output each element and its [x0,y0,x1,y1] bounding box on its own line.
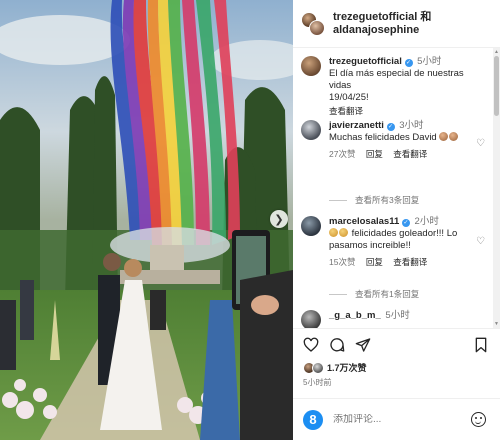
verified-icon: ✓ [404,59,413,67]
clap-emoji-icon [339,228,348,237]
clap-emoji-icon [439,132,449,141]
caption-text-line1: El día más especial de nuestras vidas [329,68,464,91]
author-name-1[interactable]: trezeguetofficial 和 [333,11,431,24]
post-header: trezeguetofficial 和 aldanajosephine [293,0,500,48]
comment-text: Muchas felicidades David [329,132,437,143]
scrollbar-thumb[interactable] [494,56,499,116]
heart-icon[interactable]: ♡ [476,138,485,149]
avatar[interactable] [301,56,321,76]
author-avatar[interactable] [301,11,325,36]
author-name-2[interactable]: aldanajosephine [333,24,431,37]
post-actions: 1.7万次赞 5小时前 [293,328,500,398]
comment-input[interactable] [333,414,453,425]
comment-text-line2: pasamos increible!! [329,240,411,251]
avatar[interactable] [301,216,321,236]
comment-time[interactable]: 5小时 [385,310,409,321]
caption-text-line2: 19/04/25! [329,92,369,103]
comment-time[interactable]: 5小时 [417,56,441,67]
translate-link[interactable]: 查看翻译 [393,149,427,159]
reply-link[interactable]: 回复 [366,257,383,267]
view-replies-text[interactable]: 查看所有1条回复 [355,288,419,300]
verified-icon: ✓ [401,219,410,227]
comment-text-line1: felicidades goleador!!! Lo [351,228,458,239]
liker-avatar [312,361,324,374]
scroll-up-icon[interactable]: ▲ [494,49,499,55]
reply-link[interactable]: 回复 [366,149,383,159]
current-user-avatar: 8 [303,409,323,430]
comment-likes[interactable]: 15次赞 [329,257,355,267]
wedding-scene [0,0,293,440]
translate-link[interactable]: 查看翻译 [329,106,363,116]
comment-username[interactable]: _g_a_b_m_ [329,310,381,321]
comment-username[interactable]: marcelosalas11 [329,216,399,227]
author-names[interactable]: trezeguetofficial 和 aldanajosephine [333,11,431,37]
chevron-right-icon: ❯ [274,213,284,226]
add-comment-bar: 8 [293,398,500,440]
view-replies-button[interactable]: 查看所有1条回复 [329,288,419,300]
comments-list: trezeguetofficial ✓ 5小时 El día más espec… [293,48,493,328]
view-replies-button[interactable]: 查看所有3条回复 [329,194,419,206]
share-icon[interactable] [355,337,371,353]
view-replies-text[interactable]: 查看所有3条回复 [355,194,419,206]
comment-icon[interactable] [329,337,345,353]
post-time[interactable]: 5小时前 [303,377,331,388]
comment-time[interactable]: 2小时 [415,216,439,227]
translate-link[interactable]: 查看翻译 [393,257,427,267]
emoji-icon[interactable] [471,412,486,427]
bookmark-icon[interactable] [473,337,489,353]
avatar[interactable] [301,310,321,328]
divider [329,199,347,201]
comment-likes[interactable]: 27次赞 [329,149,355,159]
likes-summary[interactable]: 1.7万次赞 [303,361,367,374]
clap-emoji-icon [449,132,459,141]
heart-icon[interactable] [303,337,319,353]
next-photo-button[interactable]: ❯ [270,210,288,228]
verified-icon: ✓ [386,123,395,131]
comment-time[interactable]: 3小时 [399,120,423,131]
avatar[interactable] [301,120,321,140]
comment-username[interactable]: javierzanetti [329,120,384,131]
clap-emoji-icon [329,228,338,237]
post-side-panel: trezeguetofficial 和 aldanajosephine trez… [293,0,500,440]
comment-username[interactable]: trezeguetofficial [329,56,402,67]
post-photo[interactable]: ❯ [0,0,293,440]
scroll-down-icon[interactable]: ▼ [494,321,499,327]
heart-icon[interactable]: ♡ [476,236,485,247]
likes-count[interactable]: 1.7万次赞 [327,361,367,374]
comments-scrollbar[interactable]: ▲ ▼ [493,48,500,328]
divider [329,293,347,295]
